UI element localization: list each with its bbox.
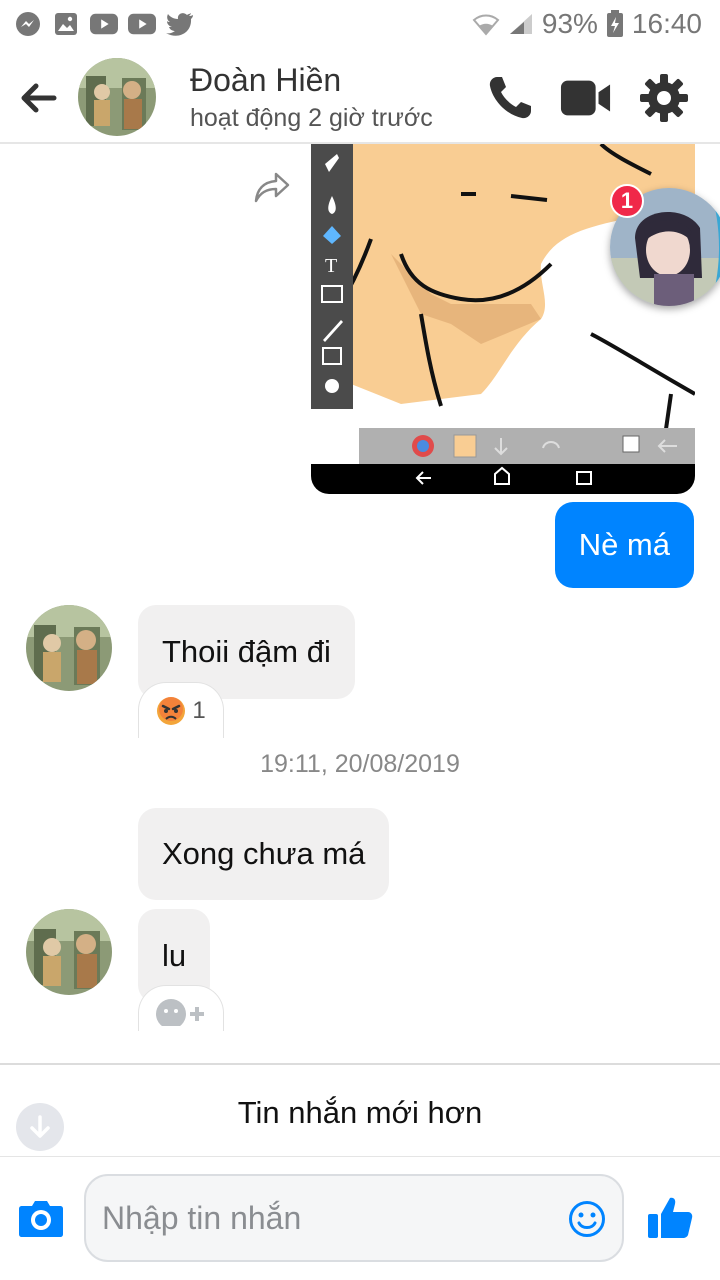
like-button[interactable]	[646, 1194, 694, 1242]
messenger-icon	[14, 10, 42, 38]
newer-messages-label: Tin nhắn mới hơn	[237, 1095, 483, 1130]
message-input[interactable]	[84, 1174, 624, 1262]
conversation-header: Đoàn Hiền hoạt động 2 giờ trước	[0, 52, 720, 144]
camera-icon	[19, 1201, 63, 1237]
camera-button[interactable]	[18, 1198, 64, 1238]
battery-percentage: 93%	[541, 8, 598, 39]
message-timestamp: 19:11, 20/08/2019	[260, 750, 460, 778]
gallery-icon	[52, 10, 80, 38]
youtube-icon	[90, 10, 118, 38]
emoji-button[interactable]	[568, 1200, 606, 1238]
contact-avatar[interactable]	[78, 58, 156, 136]
contact-name[interactable]: Đoàn Hiền	[190, 62, 341, 99]
settings-button[interactable]	[638, 72, 690, 124]
received-message-bubble[interactable]: Xong chưa má	[138, 808, 390, 900]
back-button[interactable]	[16, 76, 60, 120]
back-arrow-icon	[21, 83, 57, 113]
clock: 16:40	[631, 8, 702, 39]
newer-messages-bar[interactable]: Tin nhắn mới hơn	[0, 1063, 720, 1157]
battery-icon	[606, 10, 623, 37]
video-camera-icon	[560, 80, 611, 116]
notification-icons	[14, 10, 194, 38]
share-button[interactable]	[252, 168, 292, 208]
message-reaction[interactable]: 1	[138, 682, 224, 738]
status-bar: 93% 16:40	[0, 0, 720, 52]
add-reaction-button[interactable]	[138, 985, 224, 1031]
wifi-icon	[472, 14, 500, 36]
twitter-icon	[166, 10, 194, 38]
add-reaction-icon	[156, 998, 204, 1026]
video-call-button[interactable]	[560, 72, 612, 124]
smiley-icon	[569, 1201, 605, 1237]
reaction-count: 1	[192, 696, 206, 724]
voice-call-button[interactable]	[484, 72, 536, 124]
thumbs-up-icon	[648, 1197, 693, 1238]
youtube-icon	[128, 10, 156, 38]
unread-count-badge: 1	[610, 184, 644, 218]
signal-icon	[509, 14, 532, 34]
share-arrow-icon	[254, 172, 290, 203]
status-indicators: 93% 16:40	[472, 8, 702, 40]
gear-icon	[640, 74, 688, 122]
svg-text:T: T	[325, 255, 337, 277]
sender-avatar[interactable]	[26, 909, 112, 995]
phone-icon	[489, 77, 531, 119]
sender-avatar[interactable]	[26, 605, 112, 691]
sent-message-bubble[interactable]: Nè má	[554, 502, 694, 588]
active-status: hoạt động 2 giờ trước	[190, 104, 433, 132]
message-composer	[0, 1158, 720, 1280]
angry-emoji-icon	[157, 696, 186, 725]
